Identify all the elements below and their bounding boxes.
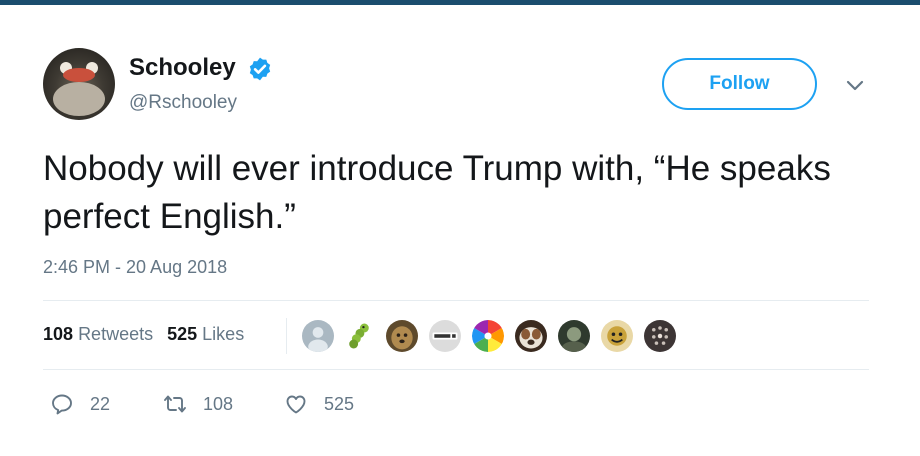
author-name[interactable]: Schooley bbox=[129, 54, 236, 82]
retweet-icon bbox=[164, 395, 186, 413]
default-user-avatar[interactable] bbox=[300, 318, 336, 354]
likes-label: Likes bbox=[202, 324, 245, 344]
stats-separator bbox=[286, 318, 287, 354]
top-bar bbox=[0, 0, 920, 5]
divider bbox=[43, 300, 869, 301]
caterpillar-avatar[interactable] bbox=[341, 318, 377, 354]
reply-icon bbox=[52, 394, 72, 415]
tweet-stats: 108 Retweets 525 Likes bbox=[43, 324, 244, 345]
follow-button[interactable]: Follow bbox=[662, 58, 817, 110]
retweets-count: 108 bbox=[43, 324, 74, 344]
reply-count: 22 bbox=[90, 393, 111, 414]
likes-stat[interactable]: 525 Likes bbox=[167, 324, 244, 344]
retweets-label: Retweets bbox=[78, 324, 154, 344]
divider bbox=[43, 369, 869, 370]
photo-avatar[interactable] bbox=[556, 318, 592, 354]
retweet-action[interactable]: 108 bbox=[163, 392, 233, 416]
wwwdi-logo-avatar[interactable] bbox=[427, 318, 463, 354]
avatar-nose bbox=[63, 68, 95, 82]
author-avatar[interactable] bbox=[43, 48, 115, 120]
dotted-avatar[interactable] bbox=[642, 318, 678, 354]
like-action[interactable]: 525 bbox=[284, 392, 354, 416]
cartoon-avatar[interactable] bbox=[599, 318, 635, 354]
verified-badge-icon bbox=[249, 57, 271, 81]
bulldog-avatar[interactable] bbox=[513, 318, 549, 354]
dog-avatar[interactable] bbox=[384, 318, 420, 354]
rainbow-wheel-avatar[interactable] bbox=[470, 318, 506, 354]
tweet-timestamp[interactable]: 2:46 PM - 20 Aug 2018 bbox=[43, 257, 227, 278]
like-count: 525 bbox=[324, 393, 355, 414]
author-handle[interactable]: @Rschooley bbox=[129, 92, 237, 114]
heart-icon bbox=[286, 395, 306, 414]
retweets-stat[interactable]: 108 Retweets bbox=[43, 324, 153, 344]
chevron-down-icon[interactable] bbox=[844, 77, 866, 95]
retweet-count: 108 bbox=[203, 393, 234, 414]
reply-action[interactable]: 22 bbox=[50, 392, 110, 416]
avatar-fur bbox=[53, 82, 105, 116]
tweet-text: Nobody will ever introduce Trump with, “… bbox=[43, 149, 831, 236]
likes-count: 525 bbox=[167, 324, 198, 344]
